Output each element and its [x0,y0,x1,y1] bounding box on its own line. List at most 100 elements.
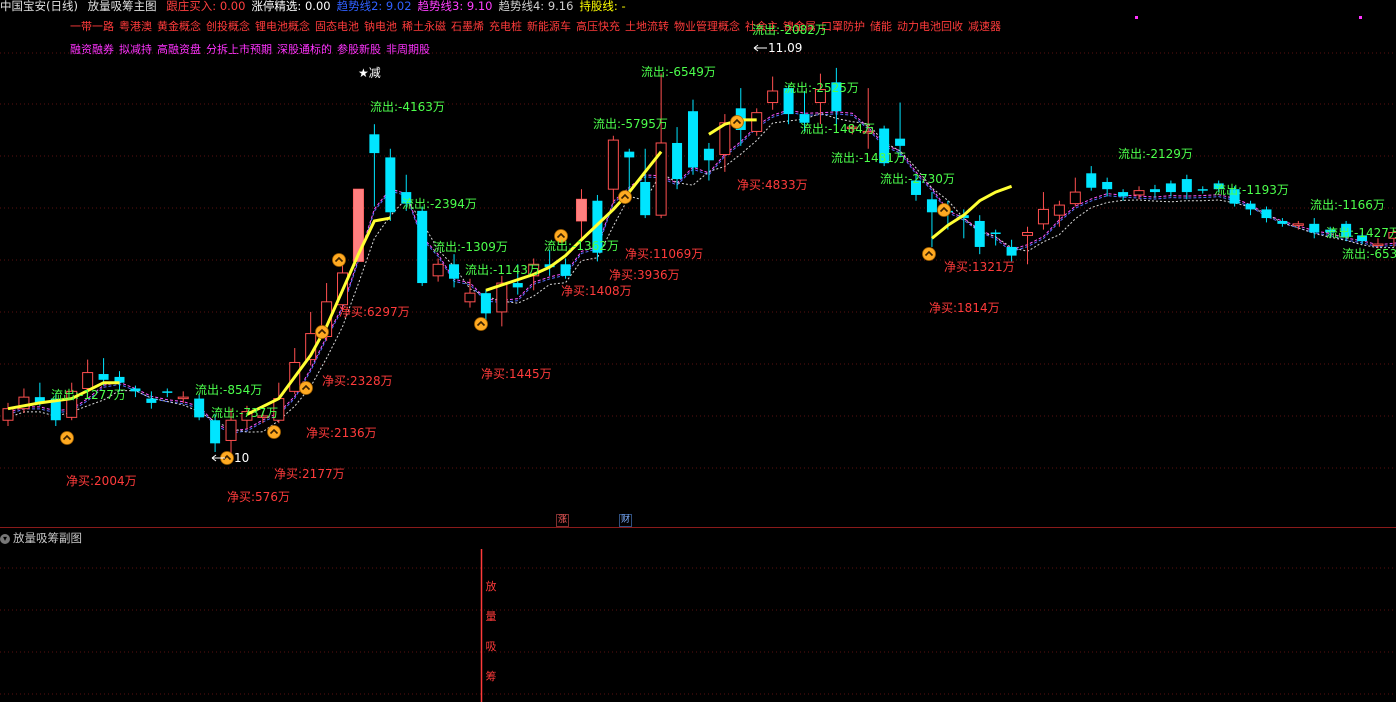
candle-body [1197,189,1208,191]
candlestick-chart[interactable]: 流出:-1277万 流出:-854万流出:-737万 流出:-4163万流出:-23… [0,0,1396,702]
candle-body [607,139,619,190]
candle [146,391,157,409]
candle [560,258,571,279]
candle [385,148,396,221]
candle [687,99,698,175]
buy-arrow-icon [332,253,346,267]
vertical-char-3: 筹 [485,670,497,683]
outflow-label: 流出:-1362万 [544,239,619,253]
candle-body [672,142,683,180]
candle-body [751,112,763,132]
outflow-label: 流出:-1166万 [1310,198,1385,212]
candle-body [194,398,205,418]
candle-body [1277,220,1288,224]
candle [1197,186,1208,194]
outflow-label: 流出:-1277万 [51,388,126,402]
candle-body [624,151,635,158]
outflow-label: 流出:-1427万 [1326,226,1396,240]
candle [862,88,874,149]
candle-body [82,372,94,389]
candle-body [449,264,460,279]
candle [2,402,14,427]
candle [640,148,651,219]
candle-body [1086,173,1097,188]
top-mark-0 [1135,16,1138,19]
candle [767,76,779,110]
buy-arrow-icon [618,190,632,204]
outflow-label: 流出:-1481万 [831,151,906,165]
inflow-label: 净买:1445万 [481,367,552,381]
candle [417,206,428,286]
inflow-label: 净买:1321万 [944,260,1015,274]
buy-arrow-icon [474,317,488,331]
candle [1053,200,1065,227]
buy-arrow-icon [60,431,74,445]
vertical-char-0: 放 [485,580,497,593]
candle-body [1245,203,1256,210]
candle-body [2,408,14,421]
inflow-label: 净买:4833万 [737,178,808,192]
inflow-label: 净买:576万 [227,490,290,504]
candle-body [432,263,444,277]
outflow-label: 流出:-854万 [195,383,262,397]
candle [1261,206,1272,223]
candle [831,67,842,125]
candle-body [1037,208,1049,225]
candle [162,388,173,398]
candle [1022,226,1034,265]
candle [369,124,380,207]
outflow-label: 流出:-653万 [1342,247,1396,261]
outflow-label: 流出:-2394万 [402,197,477,211]
inflow-label: 净买:6297万 [339,305,410,319]
candle-body [1133,190,1145,196]
limit-up-candle-0 [353,189,364,262]
candle-body [1181,179,1192,193]
inflow-label: 净买:1814万 [929,301,1000,315]
outflow-label: 流出:-6549万 [641,65,716,79]
candle [607,135,619,204]
candle-body [512,283,523,288]
zhang-badge[interactable]: 涨 [556,514,569,527]
high-price-label: 11.09 [768,41,802,55]
candle-body [464,292,476,303]
candle-body [162,391,173,393]
candle [177,391,189,403]
candle-body [225,419,237,441]
candle-body [926,199,937,213]
candle-body [385,157,396,213]
candle-body [1118,192,1129,197]
candle-body [480,293,491,314]
candle-body [895,138,906,146]
candle-body [1309,223,1320,233]
top-mark-1 [1359,16,1362,19]
chevron-down-icon[interactable]: ▾ [0,533,10,544]
outflow-label: 流出:-4163万 [370,100,445,114]
candle-body [1069,191,1081,205]
sub-chart-title: 放量吸筹副图 [13,531,82,545]
inflow-label: 净买:2177万 [274,467,345,481]
inflow-label: 净买:2136万 [306,426,377,440]
candle [703,142,714,181]
buy-arrow-icon [937,203,951,217]
candle [751,108,763,136]
buy-arrow-icon [267,425,281,439]
reduce-mark: ★减 [358,66,381,80]
candle-body [146,398,157,403]
outflow-label: 流出:-1484万 [800,122,875,136]
candle [1165,180,1176,197]
candle-body [974,220,985,247]
candle-body [990,232,1001,235]
cai-badge[interactable]: 财 [619,514,632,527]
candle-body [703,148,714,161]
buy-arrow-icon [730,115,744,129]
outflow-label: 流出:-2129万 [1118,147,1193,161]
candle [1292,220,1304,230]
outflow-label: 流出:-5795万 [593,117,668,131]
candle [194,394,205,421]
limit-up-candle-1 [576,199,587,221]
vertical-char-1: 量 [485,610,497,623]
candle-body [687,111,698,168]
candle-body [1149,189,1160,193]
inflow-label: 净买:3936万 [609,268,680,282]
candle [1133,186,1145,200]
